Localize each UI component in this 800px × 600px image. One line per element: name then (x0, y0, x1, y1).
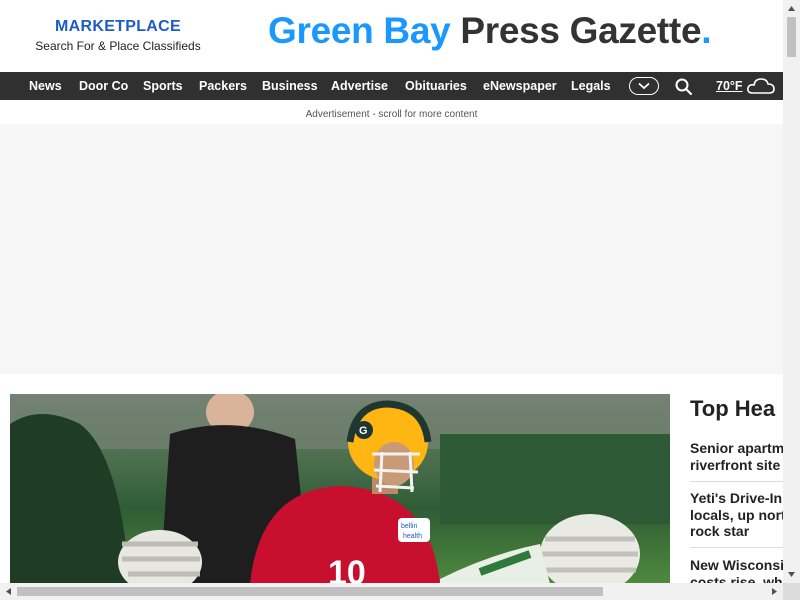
marketplace-title[interactable]: MARKETPLACE (18, 18, 218, 36)
svg-text:G: G (359, 425, 368, 437)
triangle-right-icon (772, 588, 777, 595)
scroll-left-arrow[interactable] (0, 583, 17, 600)
quarterback-photo: 10 bellin health G (10, 394, 670, 584)
headline-divider (690, 481, 783, 482)
nav-item-news[interactable]: News (29, 72, 62, 100)
logo-part-green-bay[interactable]: Green Bay (268, 10, 451, 51)
headline-line[interactable]: New Wisconsi (690, 557, 783, 574)
scroll-up-arrow[interactable] (783, 0, 800, 17)
headline-item[interactable]: Senior apartm riverfront site (690, 440, 783, 474)
scroll-down-arrow[interactable] (783, 566, 800, 583)
ad-label: Advertisement - scroll for more content (305, 109, 478, 120)
main-nav: News Door Co Sports Packers Business Adv… (0, 72, 783, 100)
nav-item-business[interactable]: Business (262, 72, 318, 100)
headline-line[interactable]: locals, up nort (690, 507, 783, 524)
marketplace-link[interactable]: MARKETPLACE Search For & Place Classifie… (18, 18, 218, 53)
headline-line[interactable]: Senior apartm (690, 440, 783, 457)
headline-line[interactable]: riverfront site (690, 457, 783, 474)
triangle-down-icon (788, 572, 795, 577)
scroll-right-arrow[interactable] (766, 583, 783, 600)
top-headlines-title: Top Hea (690, 396, 776, 421)
horizontal-scrollbar[interactable] (0, 583, 783, 600)
sponsor-patch: bellin (401, 523, 417, 530)
site-header: MARKETPLACE Search For & Place Classifie… (0, 0, 783, 72)
nav-item-packers[interactable]: Packers (199, 72, 247, 100)
headline-line[interactable]: Yeti's Drive-In (690, 490, 783, 507)
triangle-left-icon (6, 588, 11, 595)
nav-item-legals[interactable]: Legals (571, 72, 611, 100)
search-button[interactable] (674, 77, 694, 97)
vertical-scroll-thumb[interactable] (787, 17, 796, 57)
nav-item-enewspaper[interactable]: eNewspaper (483, 72, 557, 100)
chevron-down-icon (638, 82, 650, 90)
headline-item[interactable]: New Wisconsi costs rise, wh (690, 557, 783, 583)
marketplace-subtitle[interactable]: Search For & Place Classifieds (18, 39, 218, 53)
nav-item-sports[interactable]: Sports (143, 72, 183, 100)
hero-image[interactable]: 10 bellin health G (10, 394, 670, 584)
nav-item-obituaries[interactable]: Obituaries (405, 72, 467, 100)
logo-dot: . (701, 10, 712, 51)
weather-temperature[interactable]: 70°F (716, 72, 743, 100)
nav-item-advertise[interactable]: Advertise (331, 72, 388, 100)
horizontal-scroll-thumb[interactable] (17, 587, 603, 596)
scrollbar-corner (783, 583, 800, 600)
headline-line[interactable]: costs rise, wh (690, 574, 783, 584)
headline-item[interactable]: Yeti's Drive-In locals, up nort rock sta… (690, 490, 783, 540)
ad-slot (0, 124, 783, 374)
headline-line[interactable]: rock star (690, 523, 783, 540)
nav-item-door-co[interactable]: Door Co (79, 72, 128, 100)
vertical-scrollbar[interactable] (783, 0, 800, 583)
cloud-icon (747, 78, 775, 94)
headline-divider (690, 547, 783, 548)
svg-text:health: health (403, 533, 422, 540)
logo-part-press-gazette[interactable]: Press Gazette (460, 10, 701, 51)
triangle-up-icon (788, 6, 795, 11)
site-logo[interactable]: Green Bay Press Gazette. (268, 10, 712, 52)
search-icon (675, 78, 693, 96)
jersey-number: 10 (328, 554, 366, 584)
more-menu-button[interactable] (629, 77, 659, 95)
